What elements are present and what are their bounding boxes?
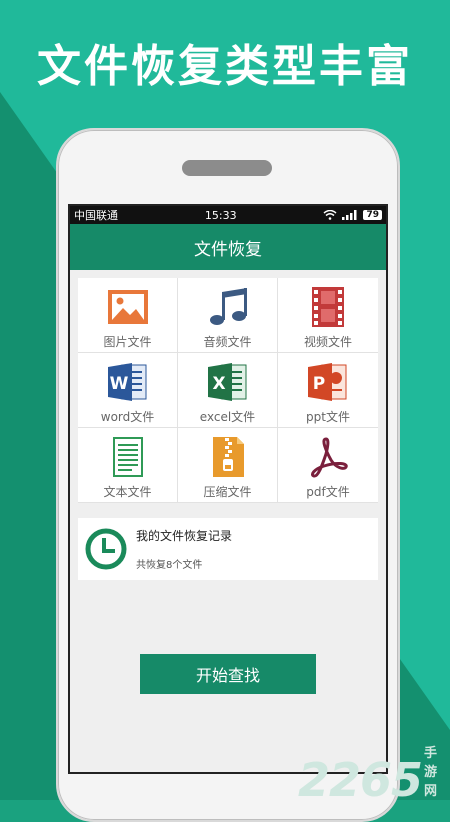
phone-screen: 中国联通 15:33 79 文件恢复 图片文件 音频文件 视频文件 W word… bbox=[68, 204, 388, 774]
status-bar: 中国联通 15:33 79 bbox=[70, 206, 386, 224]
file-type-label: pdf文件 bbox=[306, 485, 350, 499]
ppt-icon: P bbox=[308, 363, 347, 401]
file-type-archive[interactable]: 压缩文件 bbox=[178, 428, 278, 503]
file-type-label: excel文件 bbox=[199, 410, 256, 424]
file-type-label: 文本文件 bbox=[103, 485, 152, 499]
app-title: 文件恢复 bbox=[194, 239, 262, 260]
site-watermark: 2265 手游网 bbox=[298, 742, 450, 807]
app-title-bar: 文件恢复 bbox=[70, 224, 386, 270]
svg-text:X: X bbox=[212, 374, 225, 394]
zip-archive-icon bbox=[212, 437, 244, 477]
headline: 文件恢复类型丰富 bbox=[37, 41, 413, 92]
record-subtitle: 共恢复8个文件 bbox=[136, 560, 203, 571]
film-icon bbox=[312, 287, 344, 327]
file-type-image[interactable]: 图片文件 bbox=[78, 278, 178, 353]
record-text: 我的文件恢复记录 共恢复8个文件 bbox=[136, 527, 232, 571]
file-type-pdf[interactable]: pdf文件 bbox=[278, 428, 378, 503]
file-type-excel[interactable]: X excel文件 bbox=[178, 353, 278, 428]
file-type-audio[interactable]: 音频文件 bbox=[178, 278, 278, 353]
file-type-word[interactable]: W word文件 bbox=[78, 353, 178, 428]
file-type-label: 压缩文件 bbox=[203, 485, 252, 499]
file-type-label: ppt文件 bbox=[306, 410, 350, 424]
phone-frame: 中国联通 15:33 79 文件恢复 图片文件 音频文件 视频文件 W word… bbox=[56, 128, 400, 822]
clock-time: 15:33 bbox=[204, 208, 237, 222]
file-type-video[interactable]: 视频文件 bbox=[278, 278, 378, 353]
word-icon: W bbox=[107, 363, 146, 401]
battery-icon: 79 bbox=[363, 210, 382, 220]
file-type-label: 图片文件 bbox=[103, 335, 152, 349]
wifi-icon bbox=[323, 210, 337, 220]
svg-text:W: W bbox=[109, 374, 128, 394]
start-search-button[interactable]: 开始查找 bbox=[140, 654, 316, 694]
file-type-text[interactable]: 文本文件 bbox=[78, 428, 178, 503]
record-title: 我的文件恢复记录 bbox=[136, 529, 233, 543]
phone-speaker bbox=[182, 160, 272, 176]
file-type-label: 视频文件 bbox=[303, 335, 352, 349]
status-icons: 79 bbox=[323, 210, 382, 220]
excel-icon: X bbox=[207, 363, 246, 401]
file-type-grid: 图片文件 音频文件 视频文件 W word文件 X excel文件 P ppt文… bbox=[78, 278, 378, 503]
file-type-ppt[interactable]: P ppt文件 bbox=[278, 353, 378, 428]
carrier-label: 中国联通 bbox=[74, 209, 118, 222]
pdf-icon bbox=[311, 437, 348, 478]
watermark-number: 2265 bbox=[298, 753, 423, 807]
clock-icon bbox=[85, 528, 127, 570]
file-type-label: word文件 bbox=[100, 410, 155, 424]
signal-icon bbox=[342, 210, 357, 220]
music-note-icon bbox=[209, 288, 247, 325]
image-icon bbox=[107, 290, 148, 324]
recovery-record-card[interactable]: 我的文件恢复记录 共恢复8个文件 bbox=[78, 518, 378, 580]
file-type-label: 音频文件 bbox=[203, 335, 252, 349]
watermark-text: 手游网 bbox=[424, 746, 438, 799]
text-document-icon bbox=[112, 437, 143, 477]
svg-text:P: P bbox=[313, 374, 325, 394]
